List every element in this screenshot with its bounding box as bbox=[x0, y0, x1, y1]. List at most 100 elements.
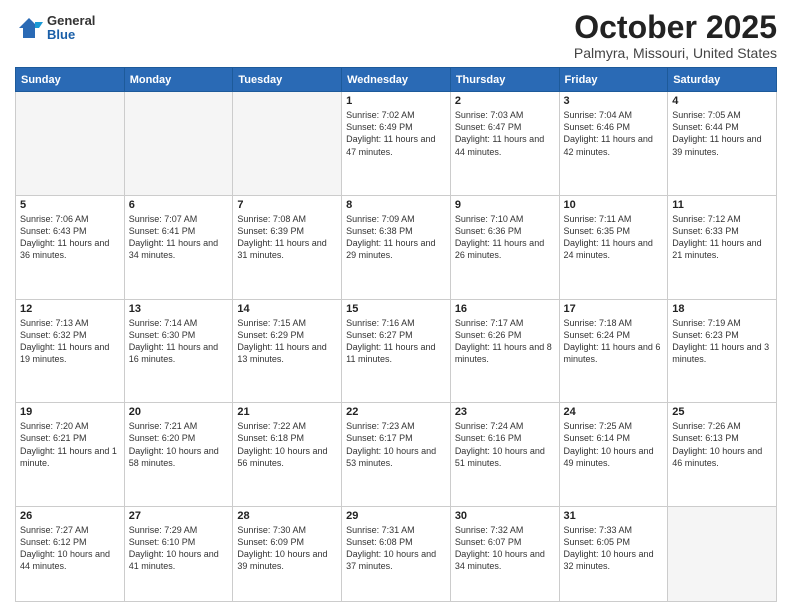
cell-content: Sunset: 6:49 PM bbox=[346, 121, 446, 133]
day-number: 23 bbox=[455, 406, 555, 418]
day-number: 26 bbox=[20, 510, 120, 522]
calendar-week-4: 19Sunrise: 7:20 AMSunset: 6:21 PMDayligh… bbox=[16, 403, 777, 507]
calendar-cell: 19Sunrise: 7:20 AMSunset: 6:21 PMDayligh… bbox=[16, 403, 125, 507]
calendar-cell: 15Sunrise: 7:16 AMSunset: 6:27 PMDayligh… bbox=[342, 299, 451, 403]
calendar-cell bbox=[124, 92, 233, 196]
day-number: 14 bbox=[237, 303, 337, 315]
calendar-cell: 18Sunrise: 7:19 AMSunset: 6:23 PMDayligh… bbox=[668, 299, 777, 403]
cell-content: Sunrise: 7:06 AM bbox=[20, 213, 120, 225]
calendar-table: Sunday Monday Tuesday Wednesday Thursday… bbox=[15, 67, 777, 602]
cell-content: Sunrise: 7:05 AM bbox=[672, 109, 772, 121]
calendar-cell: 7 Sunrise: 7:08 AMSunset: 6:39 PMDaylight… bbox=[233, 195, 342, 299]
cell-content: Sunset: 6:39 PM bbox=[237, 225, 337, 237]
calendar-cell: 30Sunrise: 7:32 AMSunset: 6:07 PMDayligh… bbox=[450, 507, 559, 602]
calendar-cell: 5Sunrise: 7:06 AMSunset: 6:43 PMDaylight… bbox=[16, 195, 125, 299]
cell-content: Sunset: 6:05 PM bbox=[564, 536, 664, 548]
cell-content: Sunset: 6:16 PM bbox=[455, 432, 555, 444]
day-number: 6 bbox=[129, 199, 229, 211]
calendar-cell bbox=[16, 92, 125, 196]
cell-content: Daylight: 11 hours and 13 minutes. bbox=[237, 341, 337, 365]
page: General Blue October 2025 Palmyra, Misso… bbox=[0, 0, 792, 612]
day-number: 7 bbox=[237, 199, 337, 211]
cell-content: Sunset: 6:18 PM bbox=[237, 432, 337, 444]
cell-content: Daylight: 10 hours and 46 minutes. bbox=[672, 445, 772, 469]
cell-content: Daylight: 10 hours and 32 minutes. bbox=[564, 548, 664, 572]
cell-content: Daylight: 11 hours and 42 minutes. bbox=[564, 133, 664, 157]
calendar-cell: 22Sunrise: 7:23 AMSunset: 6:17 PMDayligh… bbox=[342, 403, 451, 507]
cell-content: Sunset: 6:43 PM bbox=[20, 225, 120, 237]
day-number: 31 bbox=[564, 510, 664, 522]
cell-content: Sunset: 6:36 PM bbox=[455, 225, 555, 237]
cell-content: Daylight: 10 hours and 41 minutes. bbox=[129, 548, 229, 572]
calendar-week-5: 26Sunrise: 7:27 AMSunset: 6:12 PMDayligh… bbox=[16, 507, 777, 602]
day-number: 5 bbox=[20, 199, 120, 211]
calendar-cell: 26Sunrise: 7:27 AMSunset: 6:12 PMDayligh… bbox=[16, 507, 125, 602]
cell-content: Daylight: 10 hours and 37 minutes. bbox=[346, 548, 446, 572]
col-friday: Friday bbox=[559, 68, 668, 92]
cell-content: Daylight: 11 hours and 44 minutes. bbox=[455, 133, 555, 157]
calendar-week-1: 1Sunrise: 7:02 AMSunset: 6:49 PMDaylight… bbox=[16, 92, 777, 196]
calendar-cell: 24Sunrise: 7:25 AMSunset: 6:14 PMDayligh… bbox=[559, 403, 668, 507]
cell-content: Sunrise: 7:15 AM bbox=[237, 317, 337, 329]
cell-content: Sunset: 6:10 PM bbox=[129, 536, 229, 548]
cell-content: Sunset: 6:46 PM bbox=[564, 121, 664, 133]
cell-content: Sunrise: 7:18 AM bbox=[564, 317, 664, 329]
day-number: 8 bbox=[346, 199, 446, 211]
cell-content: Daylight: 11 hours and 31 minutes. bbox=[237, 237, 337, 261]
cell-content: Sunset: 6:23 PM bbox=[672, 329, 772, 341]
calendar-cell: 21 Sunrise: 7:22 AMSunset: 6:18 PMDayligh… bbox=[233, 403, 342, 507]
cell-content: Daylight: 11 hours and 24 minutes. bbox=[564, 237, 664, 261]
cell-content: Sunrise: 7:29 AM bbox=[129, 524, 229, 536]
day-number: 12 bbox=[20, 303, 120, 315]
calendar-cell: 29Sunrise: 7:31 AMSunset: 6:08 PMDayligh… bbox=[342, 507, 451, 602]
cell-content: Daylight: 10 hours and 49 minutes. bbox=[564, 445, 664, 469]
day-number: 3 bbox=[564, 95, 664, 107]
cell-content: Sunrise: 7:11 AM bbox=[564, 213, 664, 225]
cell-content: Daylight: 11 hours and 8 minutes. bbox=[455, 341, 555, 365]
cell-content: Sunrise: 7:02 AM bbox=[346, 109, 446, 121]
calendar-cell: 9Sunrise: 7:10 AMSunset: 6:36 PMDaylight… bbox=[450, 195, 559, 299]
calendar-cell: 16Sunrise: 7:17 AMSunset: 6:26 PMDayligh… bbox=[450, 299, 559, 403]
cell-content: Sunrise: 7:07 AM bbox=[129, 213, 229, 225]
day-number: 1 bbox=[346, 95, 446, 107]
cell-content: Sunrise: 7:21 AM bbox=[129, 420, 229, 432]
cell-content: Daylight: 11 hours and 47 minutes. bbox=[346, 133, 446, 157]
cell-content: Daylight: 11 hours and 19 minutes. bbox=[20, 341, 120, 365]
cell-content: Sunrise: 7:32 AM bbox=[455, 524, 555, 536]
logo-text: General Blue bbox=[47, 14, 95, 43]
day-number: 21 bbox=[237, 406, 337, 418]
cell-content: Sunset: 6:35 PM bbox=[564, 225, 664, 237]
logo: General Blue bbox=[15, 14, 95, 43]
cell-content: Sunrise: 7:08 AM bbox=[237, 213, 337, 225]
calendar-cell: 11Sunrise: 7:12 AMSunset: 6:33 PMDayligh… bbox=[668, 195, 777, 299]
cell-content: Sunset: 6:27 PM bbox=[346, 329, 446, 341]
cell-content: Sunrise: 7:22 AM bbox=[237, 420, 337, 432]
cell-content: Sunrise: 7:20 AM bbox=[20, 420, 120, 432]
cell-content: Sunrise: 7:31 AM bbox=[346, 524, 446, 536]
cell-content: Daylight: 10 hours and 53 minutes. bbox=[346, 445, 446, 469]
cell-content: Daylight: 10 hours and 34 minutes. bbox=[455, 548, 555, 572]
day-number: 28 bbox=[237, 510, 337, 522]
title-block: October 2025 Palmyra, Missouri, United S… bbox=[574, 10, 777, 61]
cell-content: Sunset: 6:17 PM bbox=[346, 432, 446, 444]
cell-content: Sunrise: 7:16 AM bbox=[346, 317, 446, 329]
cell-content: Sunset: 6:20 PM bbox=[129, 432, 229, 444]
cell-content: Daylight: 11 hours and 1 minute. bbox=[20, 445, 120, 469]
calendar-cell: 20Sunrise: 7:21 AMSunset: 6:20 PMDayligh… bbox=[124, 403, 233, 507]
calendar-cell: 6Sunrise: 7:07 AMSunset: 6:41 PMDaylight… bbox=[124, 195, 233, 299]
col-sunday: Sunday bbox=[16, 68, 125, 92]
day-number: 11 bbox=[672, 199, 772, 211]
calendar-cell: 4Sunrise: 7:05 AMSunset: 6:44 PMDaylight… bbox=[668, 92, 777, 196]
cell-content: Sunrise: 7:12 AM bbox=[672, 213, 772, 225]
day-number: 2 bbox=[455, 95, 555, 107]
calendar-cell: 1 Sunrise: 7:02 AMSunset: 6:49 PMDaylight… bbox=[342, 92, 451, 196]
cell-content: Sunrise: 7:13 AM bbox=[20, 317, 120, 329]
day-number: 16 bbox=[455, 303, 555, 315]
calendar-cell: 2Sunrise: 7:03 AMSunset: 6:47 PMDaylight… bbox=[450, 92, 559, 196]
cell-content: Daylight: 10 hours and 56 minutes. bbox=[237, 445, 337, 469]
calendar-week-2: 5 Sunrise: 7:06 AMSunset: 6:43 PM Daylight… bbox=[16, 195, 777, 299]
col-thursday: Thursday bbox=[450, 68, 559, 92]
calendar-cell: 10Sunrise: 7:11 AMSunset: 6:35 PMDayligh… bbox=[559, 195, 668, 299]
calendar-subtitle: Palmyra, Missouri, United States bbox=[574, 45, 777, 61]
calendar-cell: 17Sunrise: 7:18 AMSunset: 6:24 PMDayligh… bbox=[559, 299, 668, 403]
